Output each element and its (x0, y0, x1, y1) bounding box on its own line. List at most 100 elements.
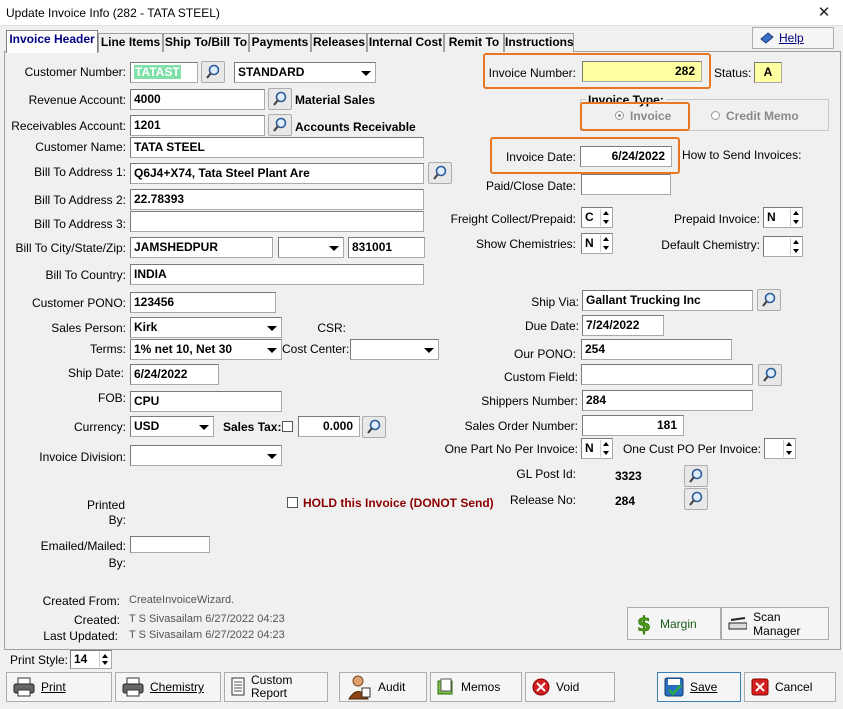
customer-number-field[interactable]: TATAST (130, 62, 198, 83)
tab-invoice-header[interactable]: Invoice Header (6, 30, 98, 53)
release-no-search-button[interactable] (684, 488, 708, 510)
prepaid-invoice-spinner[interactable]: N (763, 207, 803, 228)
freight-label: Freight Collect/Prepaid: (450, 212, 576, 226)
receivables-search-button[interactable] (268, 114, 292, 136)
scan-manager-button[interactable]: Scan Manager (721, 607, 829, 640)
tab-remit-to[interactable]: Remit To (444, 33, 504, 52)
cost-center-select[interactable] (350, 339, 439, 360)
due-date-label: Due Date: (524, 319, 579, 333)
bill-to-address-3-field[interactable] (130, 211, 424, 232)
ship-via-field[interactable]: Gallant Trucking Inc (582, 290, 753, 311)
freight-spinner[interactable]: C (581, 207, 613, 228)
default-chemistry-spinner[interactable] (763, 236, 803, 257)
chevron-down-icon (358, 65, 373, 80)
our-pono-field[interactable]: 254 (581, 339, 732, 360)
due-date-field[interactable]: 7/24/2022 (582, 315, 664, 336)
cancel-label: Cancel (775, 680, 813, 694)
chemistry-label: Chemistry (150, 680, 205, 694)
void-label: Void (556, 680, 580, 694)
one-part-no-label: One Part No Per Invoice: (444, 442, 578, 456)
invoice-date-field[interactable]: 6/24/2022 (580, 146, 672, 167)
bill-to-zip-field[interactable]: 831001 (348, 237, 425, 258)
tab-payments[interactable]: Payments (249, 33, 311, 52)
sales-person-select[interactable]: Kirk (130, 317, 282, 338)
bill-to-address-1-field[interactable]: Q6J4+X74, Tata Steel Plant Are (130, 163, 424, 184)
window-title: Update Invoice Info (282 - TATA STEEL) (6, 6, 220, 20)
customer-name-field[interactable]: TATA STEEL (130, 137, 424, 158)
bill-to-country-field[interactable]: INDIA (130, 264, 424, 285)
ship-via-search-button[interactable] (757, 289, 781, 311)
show-chemistries-spinner[interactable]: N (581, 233, 613, 254)
hold-invoice-checkbox[interactable] (287, 497, 298, 508)
invoice-radio-label: Invoice (630, 109, 672, 123)
bill-to-state-select[interactable] (278, 237, 344, 258)
magnifier-icon (762, 292, 776, 307)
print-style-spinner[interactable]: 14 (70, 650, 112, 669)
tab-releases[interactable]: Releases (311, 33, 367, 52)
invoice-division-select[interactable] (130, 445, 282, 466)
csr-label: CSR: (317, 321, 346, 335)
audit-button[interactable]: Audit (339, 672, 427, 702)
terms-select[interactable]: 1% net 10, Net 30 (130, 339, 282, 360)
print-button[interactable]: Print (6, 672, 112, 702)
custom-field-search-button[interactable] (758, 364, 782, 386)
one-cust-po-spinner[interactable] (764, 438, 796, 459)
custom-field-input[interactable] (581, 364, 753, 385)
magnifier-icon (433, 165, 447, 180)
void-button[interactable]: Void (525, 672, 615, 702)
customer-pono-field[interactable]: 123456 (130, 292, 276, 313)
magnifier-icon (273, 117, 287, 132)
spinner-icon (600, 440, 611, 457)
spinner-icon (99, 652, 110, 667)
close-icon[interactable]: ✕ (815, 4, 833, 22)
bill-to-city-field[interactable]: JAMSHEDPUR (130, 237, 273, 258)
bill-to-country-label: Bill To Country: (45, 268, 126, 282)
sales-order-number-field[interactable]: 181 (582, 415, 684, 436)
paid-close-date-field[interactable] (581, 174, 671, 195)
print-style-label: Print Style: (10, 653, 69, 667)
customer-search-button[interactable] (201, 61, 225, 83)
margin-button[interactable]: $ Margin (627, 607, 721, 640)
tab-internal-cost[interactable]: Internal Cost (367, 33, 444, 52)
save-button[interactable]: Save (657, 672, 741, 702)
ship-date-label: Ship Date: (67, 366, 124, 380)
magnifier-icon (689, 491, 703, 506)
receivables-account-field[interactable]: 1201 (130, 115, 265, 136)
audit-label: Audit (378, 680, 406, 694)
spinner-icon (600, 209, 611, 226)
cancel-button[interactable]: Cancel (744, 672, 836, 702)
sales-tax-checkbox[interactable] (282, 421, 293, 432)
auditor-person-icon (348, 675, 371, 700)
tab-ship-to-bill-to[interactable]: Ship To/Bill To (163, 33, 249, 52)
created-from-value: CreateInvoiceWizard. (129, 594, 235, 606)
tab-instructions[interactable]: Instructions (504, 33, 574, 52)
cost-center-label: Cost Center: (282, 342, 350, 356)
paid-close-date-label: Paid/Close Date: (485, 179, 576, 193)
invoice-radio[interactable] (615, 111, 624, 120)
gl-post-id-search-button[interactable] (684, 465, 708, 487)
shippers-number-field[interactable]: 284 (582, 390, 753, 411)
fob-field[interactable]: CPU (130, 391, 282, 412)
revenue-account-field[interactable]: 4000 (130, 89, 265, 110)
bill-to-address-2-field[interactable]: 22.78393 (130, 189, 424, 210)
emailed-field[interactable] (130, 536, 210, 553)
credit-memo-radio[interactable] (711, 111, 720, 120)
margin-label: Margin (660, 616, 697, 631)
printer-icon (13, 677, 35, 697)
help-button[interactable]: Help (752, 27, 834, 49)
chemistry-button[interactable]: Chemistry (115, 672, 221, 702)
customer-type-select[interactable]: STANDARD (234, 62, 376, 83)
emailed-label: Emailed/Mailed: (40, 539, 126, 553)
emailed-by-label: By: (108, 556, 126, 570)
sales-tax-field[interactable]: 0.000 (298, 416, 360, 437)
sales-tax-search-button[interactable] (362, 416, 386, 438)
currency-select[interactable]: USD (130, 416, 214, 437)
address-lookup-button[interactable] (428, 162, 452, 184)
memos-button[interactable]: Memos (430, 672, 522, 702)
invoice-number-field[interactable]: 282 (582, 61, 702, 82)
tab-line-items[interactable]: Line Items (98, 33, 163, 52)
revenue-search-button[interactable] (268, 88, 292, 110)
one-part-no-spinner[interactable]: N (581, 438, 613, 459)
custom-report-button[interactable]: Custom Report (224, 672, 328, 702)
ship-date-field[interactable]: 6/24/2022 (130, 364, 219, 385)
